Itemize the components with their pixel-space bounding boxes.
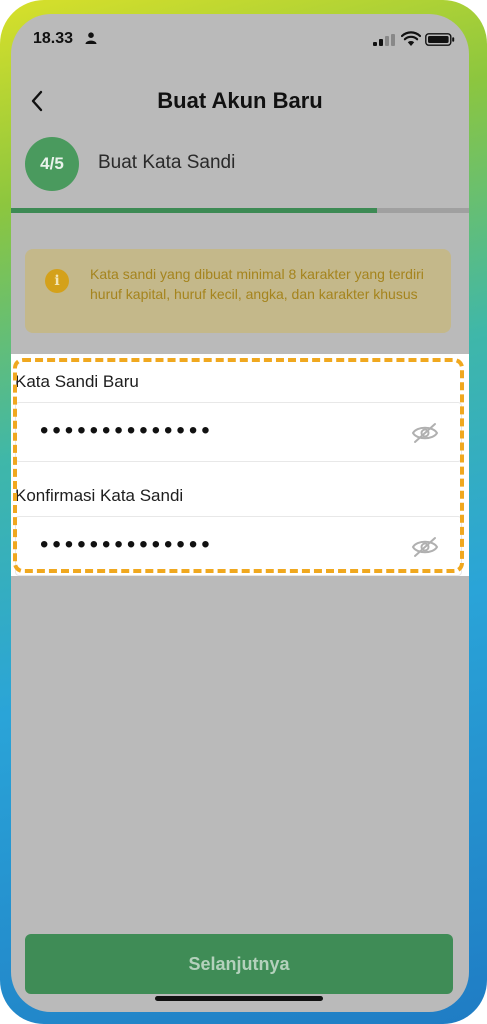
step-badge: 4/5	[25, 137, 79, 191]
info-icon: i	[45, 269, 69, 293]
home-indicator	[155, 996, 323, 1001]
status-bar: 18.33	[11, 14, 469, 64]
device-frame: 18.33 Buat Akun Baru 4/5 Buat Kata Sandi…	[0, 0, 487, 1024]
next-button[interactable]: Selanjutnya	[25, 934, 453, 994]
step-progress-bar	[11, 208, 469, 213]
battery-icon	[425, 33, 455, 46]
page-title: Buat Akun Baru	[157, 88, 323, 113]
step-progress-fill	[11, 208, 378, 213]
person-icon	[85, 32, 97, 44]
signal-icon	[373, 34, 395, 46]
step-label: Buat Kata Sandi	[98, 152, 236, 173]
alert-text: Kata sandi yang dibuat minimal 8 karakte…	[90, 266, 424, 302]
status-time: 18.33	[33, 30, 74, 47]
password-rule-alert: i Kata sandi yang dibuat minimal 8 karak…	[25, 249, 451, 333]
app-screen: 18.33 Buat Akun Baru 4/5 Buat Kata Sandi…	[11, 14, 469, 1012]
highlight-dashed-border	[13, 358, 464, 573]
wifi-icon	[401, 31, 421, 46]
